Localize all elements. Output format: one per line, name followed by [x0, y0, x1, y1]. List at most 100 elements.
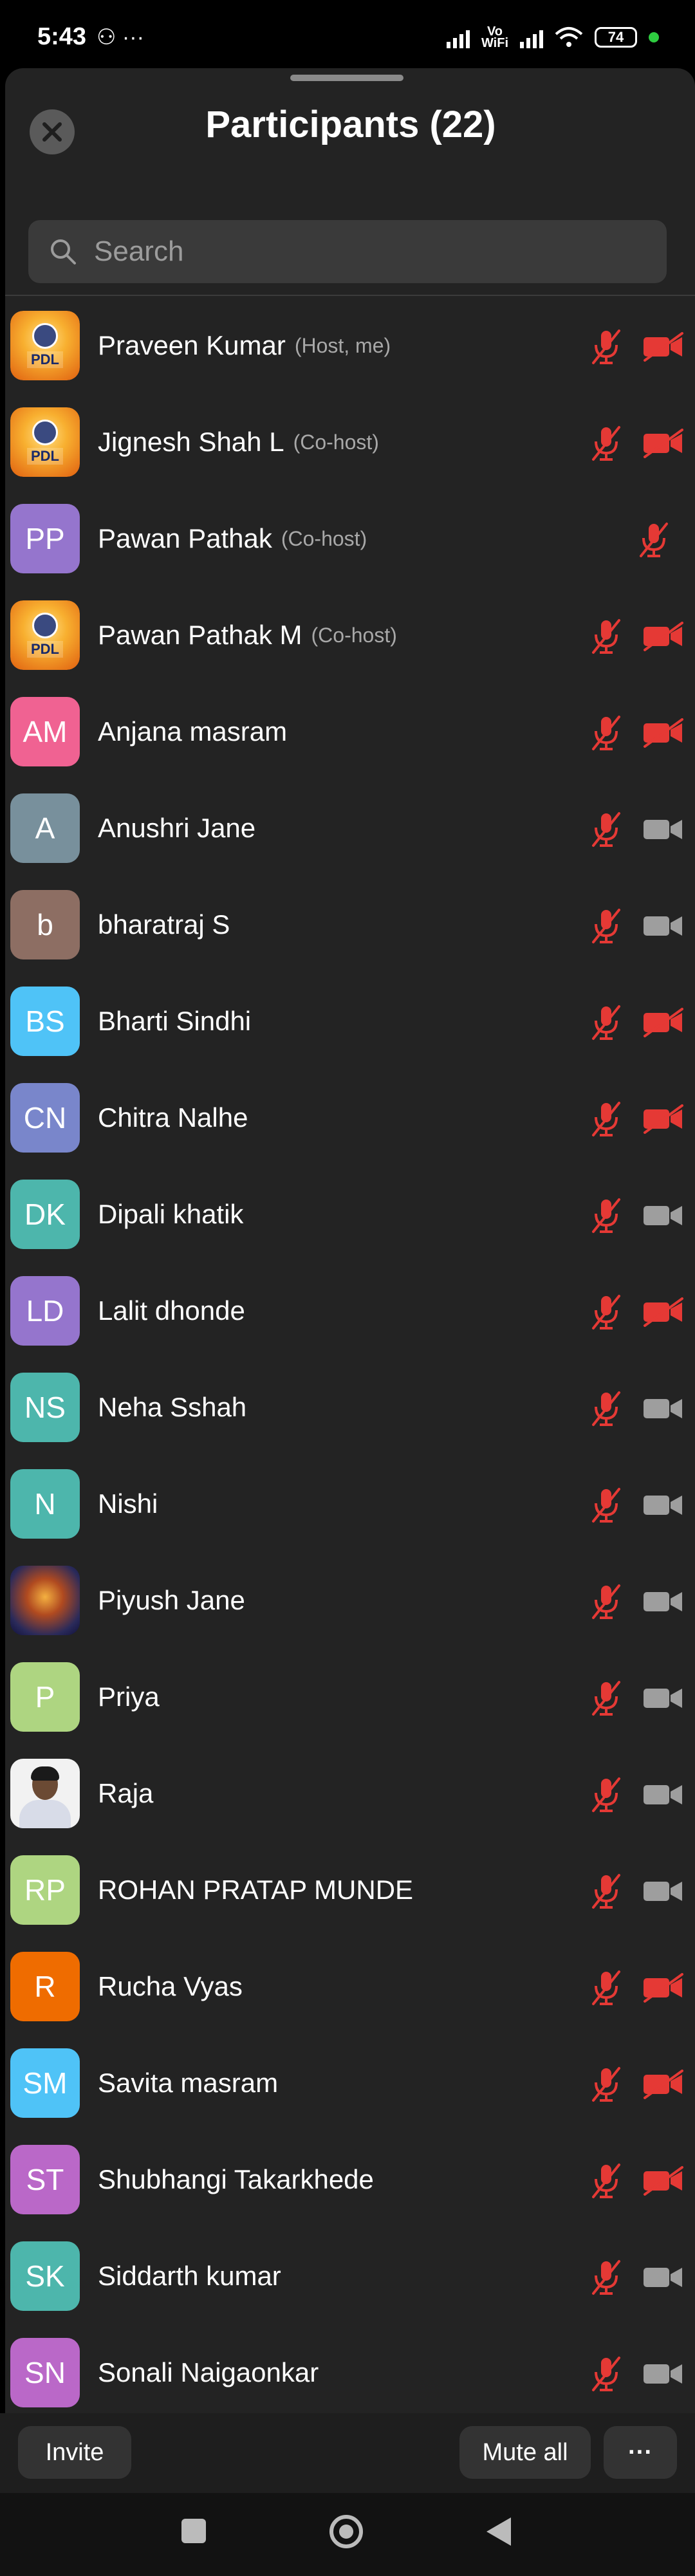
mic-muted-icon[interactable] [588, 1487, 624, 1524]
participant-row[interactable]: NS Neha Sshah [5, 1359, 695, 1456]
back-button[interactable] [486, 2517, 511, 2546]
participant-row[interactable]: SK Siddarth kumar [5, 2228, 695, 2324]
participant-row[interactable]: PDL Pawan Pathak M (Co-host) [5, 587, 695, 683]
mic-muted-icon[interactable] [588, 907, 624, 945]
participant-row[interactable]: DK Dipali khatik [5, 1166, 695, 1263]
avatar: PDL [10, 407, 80, 477]
participant-row[interactable]: R Rucha Vyas [5, 1938, 695, 2035]
video-icon[interactable] [642, 1876, 685, 1906]
more-options-button[interactable]: ··· [604, 2426, 677, 2479]
video-off-icon[interactable] [642, 622, 685, 651]
wifi-icon [555, 27, 583, 47]
video-off-icon[interactable] [642, 1297, 685, 1327]
invite-button[interactable]: Invite [18, 2426, 131, 2479]
participant-row[interactable]: SN Sonali Naigaonkar [5, 2324, 695, 2421]
video-icon[interactable] [642, 815, 685, 844]
participant-row[interactable]: PDL Jignesh Shah L (Co-host) [5, 394, 695, 490]
participant-info: Shubhangi Takarkhede [98, 2131, 374, 2228]
mic-muted-icon[interactable] [588, 2162, 624, 2200]
video-icon[interactable] [642, 1780, 685, 1810]
page-title: Participants (22) [205, 104, 496, 145]
participant-name: Shubhangi Takarkhede [98, 2164, 374, 2194]
mic-muted-icon[interactable] [588, 714, 624, 752]
avatar: RP [10, 1855, 80, 1925]
mic-muted-icon[interactable] [588, 1390, 624, 1427]
mic-muted-icon[interactable] [588, 2066, 624, 2103]
participant-row[interactable]: A Anushri Jane [5, 780, 695, 876]
video-off-icon[interactable] [642, 1973, 685, 2003]
video-icon[interactable] [642, 2263, 685, 2292]
video-icon[interactable] [642, 1201, 685, 1230]
mic-muted-icon[interactable] [588, 1583, 624, 1620]
mic-muted-icon[interactable] [588, 1873, 624, 1910]
video-off-icon[interactable] [642, 2070, 685, 2099]
avatar: N [10, 1469, 80, 1539]
mic-muted-icon[interactable] [588, 425, 624, 462]
video-off-icon[interactable] [642, 429, 685, 458]
avatar: PP [10, 504, 80, 573]
mic-muted-icon[interactable] [588, 1776, 624, 1813]
participant-list: PDL Praveen Kumar (Host, me) PDL Jignesh Sha… [5, 297, 695, 2421]
mic-muted-icon[interactable] [588, 1004, 624, 1041]
participant-row[interactable]: b bharatraj S [5, 876, 695, 973]
participant-row[interactable]: BS Bharti Sindhi [5, 973, 695, 1070]
video-icon[interactable] [642, 1683, 685, 1713]
video-off-icon[interactable] [642, 718, 685, 748]
participant-info: Sonali Naigaonkar [98, 2324, 319, 2421]
mic-muted-icon[interactable] [588, 1197, 624, 1234]
privacy-indicator [649, 32, 659, 42]
participant-info: Priya [98, 1649, 160, 1745]
video-off-icon[interactable] [642, 2166, 685, 2196]
participant-row[interactable]: LD Lalit dhonde [5, 1263, 695, 1359]
participant-name: Dipali khatik [98, 1199, 244, 1229]
mic-muted-icon[interactable] [588, 2259, 624, 2296]
participant-row[interactable]: Piyush Jane [5, 1552, 695, 1649]
participant-row[interactable]: P Priya [5, 1649, 695, 1745]
video-icon[interactable] [642, 1490, 685, 1520]
mic-muted-icon[interactable] [588, 328, 624, 366]
participant-name: Savita masram [98, 2068, 279, 2098]
participant-info: Siddarth kumar [98, 2228, 281, 2324]
participant-row[interactable]: PDL Praveen Kumar (Host, me) [5, 297, 695, 394]
mute-all-button[interactable]: Mute all [459, 2426, 591, 2479]
home-button[interactable] [329, 2515, 363, 2548]
avatar: LD [10, 1276, 80, 1346]
mic-muted-icon[interactable] [588, 1680, 624, 1717]
participant-name: Jignesh Shah L [98, 427, 284, 457]
mic-muted-icon[interactable] [636, 521, 672, 559]
participant-row[interactable]: RP ROHAN PRATAP MUNDE [5, 1842, 695, 1938]
video-icon[interactable] [642, 1587, 685, 1617]
video-icon[interactable] [642, 1394, 685, 1423]
participant-name: Priya [98, 1682, 160, 1712]
participant-info: Pawan Pathak M (Co-host) [98, 587, 397, 683]
participant-row[interactable]: SM Savita masram [5, 2035, 695, 2131]
participant-row[interactable]: Raja [5, 1745, 695, 1842]
avatar: SM [10, 2048, 80, 2118]
bottom-toolbar: Invite Mute all ··· [0, 2413, 695, 2493]
recents-button[interactable] [181, 2519, 206, 2543]
participant-row[interactable]: CN Chitra Nalhe [5, 1070, 695, 1166]
mic-muted-icon[interactable] [588, 618, 624, 655]
participant-role: (Host, me) [294, 333, 391, 357]
participant-row[interactable]: N Nishi [5, 1456, 695, 1552]
drag-handle[interactable] [290, 75, 403, 81]
video-icon[interactable] [642, 911, 685, 941]
video-icon[interactable] [642, 2359, 685, 2389]
mic-muted-icon[interactable] [588, 2355, 624, 2393]
video-off-icon[interactable] [642, 332, 685, 362]
video-off-icon[interactable] [642, 1104, 685, 1134]
mic-muted-icon[interactable] [588, 811, 624, 848]
mic-muted-icon[interactable] [588, 1969, 624, 2006]
avatar: NS [10, 1373, 80, 1442]
video-off-icon[interactable] [642, 1008, 685, 1037]
participant-row[interactable]: PP Pawan Pathak (Co-host) [5, 490, 695, 587]
avatar [10, 1759, 80, 1828]
participant-row[interactable]: ST Shubhangi Takarkhede [5, 2131, 695, 2228]
mic-muted-icon[interactable] [588, 1293, 624, 1331]
participant-name: Praveen Kumar [98, 330, 286, 360]
search-input[interactable] [93, 235, 642, 268]
participant-row[interactable]: AM Anjana masram [5, 683, 695, 780]
mic-muted-icon[interactable] [588, 1100, 624, 1138]
avatar: PDL [10, 600, 80, 670]
search-field[interactable] [28, 220, 667, 283]
